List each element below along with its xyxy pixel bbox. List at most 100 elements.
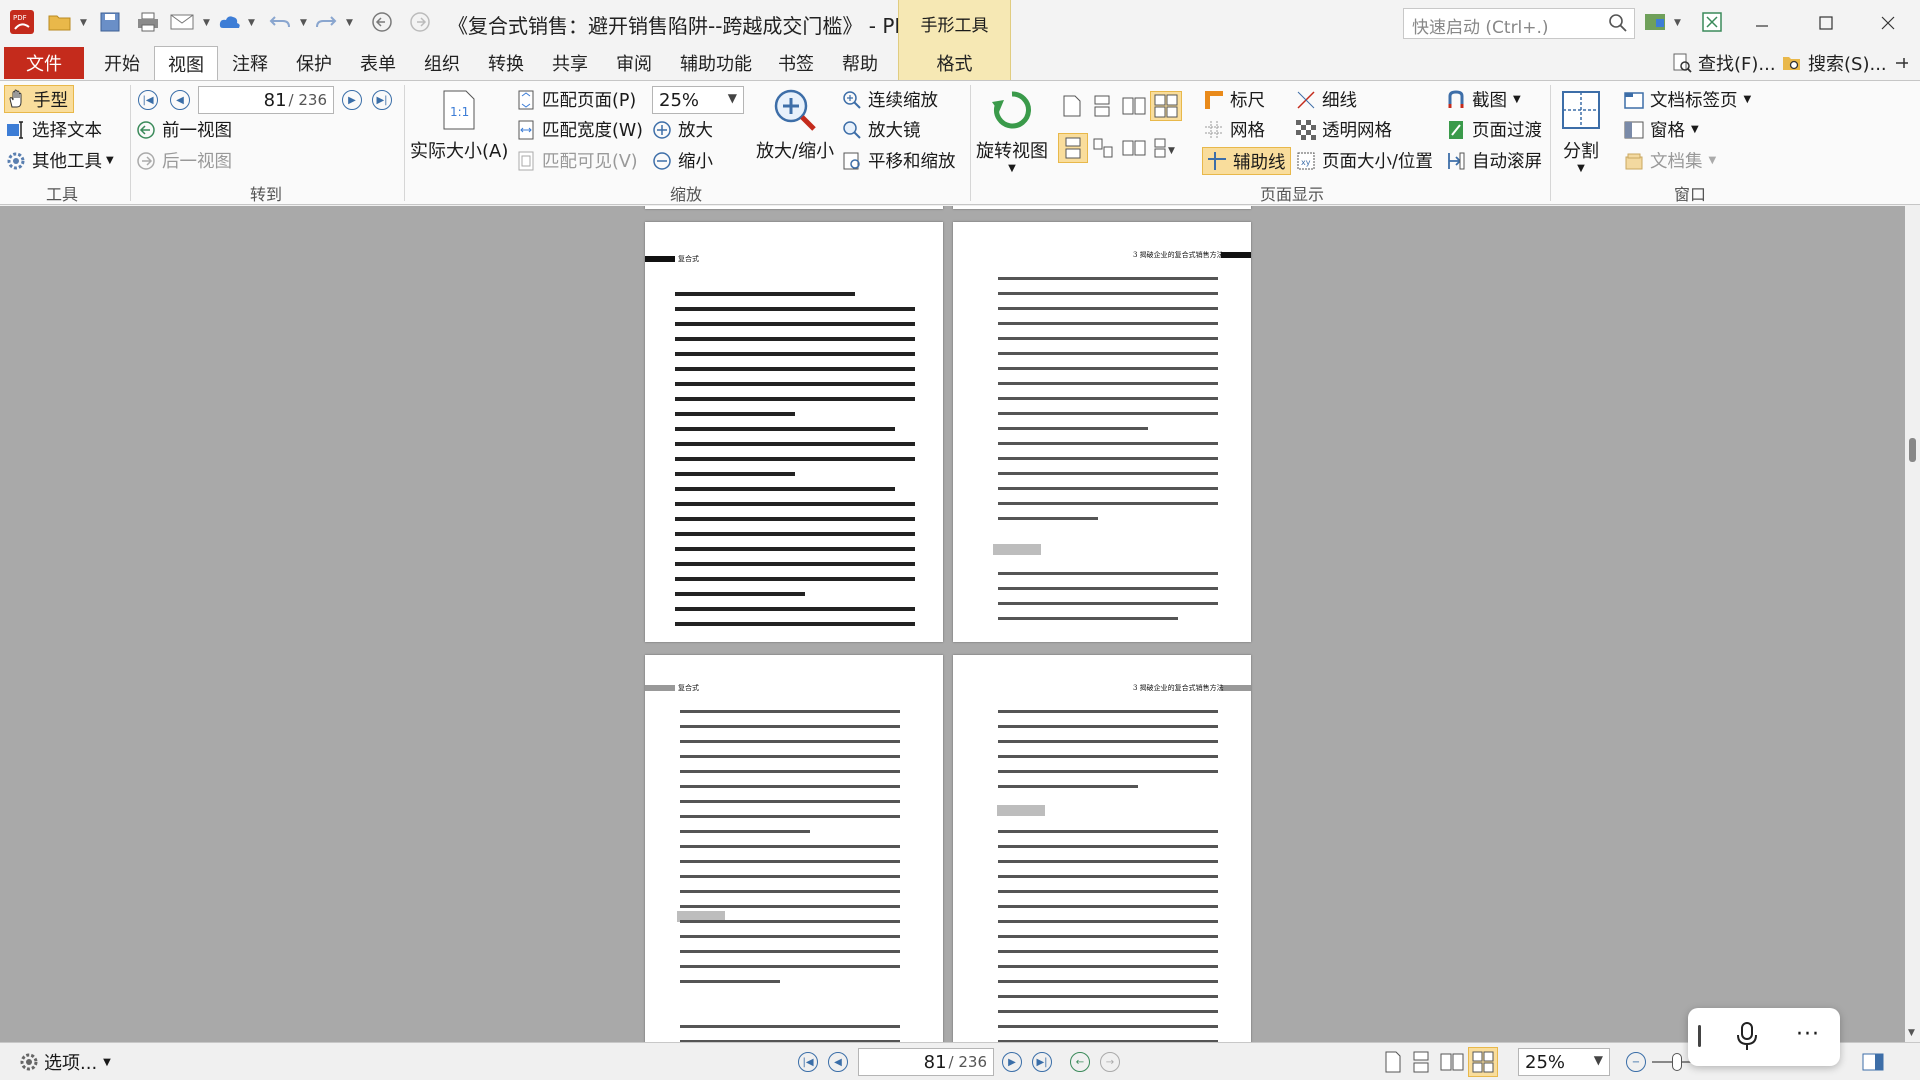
doc-tabs-button[interactable]: 文档标签页 ▼ bbox=[1624, 87, 1751, 112]
undo-icon[interactable] bbox=[266, 8, 294, 36]
chevron-down-icon[interactable]: ▼ bbox=[300, 18, 307, 28]
doc-sets-button[interactable]: 文档集 ▼ bbox=[1624, 148, 1716, 173]
continuous-page-icon[interactable] bbox=[1092, 95, 1112, 122]
continuous-page-icon[interactable] bbox=[1412, 1051, 1430, 1078]
zoom-out-button[interactable]: 缩小 bbox=[652, 148, 713, 173]
actual-size-button[interactable]: 1:1 实际大小(A) bbox=[410, 87, 508, 163]
first-page-icon[interactable]: |◀ bbox=[798, 1052, 818, 1072]
fit-page-button[interactable]: 匹配页面(P) bbox=[516, 87, 636, 112]
facing-pages-icon[interactable] bbox=[1122, 95, 1146, 122]
tab-convert[interactable]: 转换 bbox=[480, 46, 532, 80]
auto-scroll-button[interactable]: 自动滚屏 bbox=[1446, 148, 1542, 173]
first-page-icon[interactable]: |◀ bbox=[138, 90, 158, 110]
zoom-out-icon[interactable]: − bbox=[1626, 1052, 1646, 1072]
page-layout-menu-icon[interactable]: ▼ bbox=[1154, 137, 1180, 164]
split-button[interactable]: 分割 ▼ bbox=[1558, 87, 1604, 174]
tab-home[interactable]: 开始 bbox=[96, 46, 148, 80]
fit-visible-button[interactable]: 匹配可见(V) bbox=[516, 148, 638, 173]
chevron-down-icon[interactable]: ▼ bbox=[80, 18, 87, 28]
app-logo-icon[interactable]: PDF bbox=[8, 8, 36, 36]
status-zoom-select[interactable]: 25% ▼ bbox=[1518, 1048, 1610, 1076]
fullscreen-icon[interactable] bbox=[1698, 8, 1726, 36]
redo-icon[interactable] bbox=[312, 8, 340, 36]
search-button[interactable]: 搜索(S)... bbox=[1782, 49, 1887, 77]
next-view-button[interactable]: 后一视图 bbox=[136, 148, 232, 173]
panel-toggle-icon[interactable] bbox=[1862, 1051, 1884, 1078]
select-text-button[interactable]: 选择文本 bbox=[6, 117, 102, 142]
fit-width-button[interactable]: 匹配宽度(W) bbox=[516, 117, 643, 142]
back-view-icon[interactable]: ← bbox=[1070, 1052, 1090, 1072]
page-transition-button[interactable]: 页面过渡 bbox=[1446, 117, 1542, 142]
options-button[interactable]: 选项... ▼ bbox=[18, 1049, 111, 1075]
open-folder-icon[interactable] bbox=[46, 8, 74, 36]
layout-icon[interactable] bbox=[1642, 8, 1670, 36]
tab-format[interactable]: 格式 bbox=[898, 46, 1011, 80]
minimize-button[interactable] bbox=[1732, 0, 1792, 46]
page-number-input[interactable]: 81 / 236 bbox=[198, 86, 334, 114]
chevron-down-icon[interactable]: ▼ bbox=[1674, 18, 1681, 28]
tab-comment[interactable]: 注释 bbox=[224, 46, 276, 80]
tab-bookmarks[interactable]: 书签 bbox=[770, 46, 822, 80]
thin-lines-button[interactable]: 细线 bbox=[1296, 87, 1357, 112]
two-up-icon[interactable] bbox=[1122, 137, 1146, 164]
pin-ribbon-icon[interactable] bbox=[1888, 49, 1916, 77]
last-page-icon[interactable]: ▶| bbox=[1032, 1052, 1052, 1072]
guides-button[interactable]: 辅助线 bbox=[1202, 147, 1291, 175]
chevron-down-icon[interactable]: ▼ bbox=[248, 18, 255, 28]
chevron-down-icon[interactable]: ▼ bbox=[203, 18, 210, 28]
more-options-icon[interactable]: ··· bbox=[1796, 1022, 1820, 1047]
status-page-input[interactable]: 81 / 236 bbox=[858, 1048, 994, 1076]
cloud-upload-icon[interactable] bbox=[216, 8, 244, 36]
tab-review[interactable]: 审阅 bbox=[608, 46, 660, 80]
forward-view-icon[interactable]: → bbox=[1100, 1052, 1120, 1072]
vertical-scrollbar[interactable]: ▼ bbox=[1905, 206, 1920, 1042]
print-icon[interactable] bbox=[134, 8, 162, 36]
find-button[interactable]: 查找(F)... bbox=[1672, 49, 1776, 77]
page-split-icon[interactable] bbox=[1092, 137, 1114, 164]
facing-pages-icon[interactable] bbox=[1440, 1051, 1464, 1078]
close-button[interactable] bbox=[1858, 0, 1918, 46]
continuous-zoom-button[interactable]: 连续缩放 bbox=[842, 87, 938, 112]
other-tools-button[interactable]: 其他工具 ▼ bbox=[6, 148, 114, 173]
scrollbar-thumb[interactable] bbox=[1909, 438, 1916, 462]
tab-organize[interactable]: 组织 bbox=[416, 46, 468, 80]
next-page-icon[interactable]: ▶ bbox=[1002, 1052, 1022, 1072]
zoom-in-out-button[interactable]: 放大/缩小 bbox=[756, 87, 834, 163]
single-page-icon[interactable] bbox=[1384, 1051, 1402, 1078]
forward-arrow-icon[interactable] bbox=[406, 8, 434, 36]
zoom-in-button[interactable]: 放大 bbox=[652, 117, 713, 142]
prev-page-icon[interactable]: ◀ bbox=[828, 1052, 848, 1072]
continuous-facing-icon[interactable] bbox=[1150, 91, 1182, 121]
next-page-icon[interactable]: ▶ bbox=[342, 90, 362, 110]
pan-zoom-button[interactable]: 平移和缩放 bbox=[842, 148, 956, 173]
snapshot-button[interactable]: 截图 ▼ bbox=[1446, 87, 1521, 112]
zoom-slider-thumb[interactable] bbox=[1672, 1053, 1682, 1071]
ruler-button[interactable]: 标尺 bbox=[1204, 87, 1265, 112]
page-box-button[interactable]: xy 页面大小/位置 bbox=[1296, 148, 1433, 173]
tab-accessibility[interactable]: 辅助功能 bbox=[672, 46, 760, 80]
hand-tool-button[interactable]: 手型 bbox=[4, 85, 74, 113]
back-arrow-icon[interactable] bbox=[368, 8, 396, 36]
maximize-button[interactable] bbox=[1796, 0, 1856, 46]
prev-page-icon[interactable]: ◀ bbox=[170, 90, 190, 110]
microphone-icon[interactable] bbox=[1736, 1022, 1758, 1057]
single-page-icon[interactable] bbox=[1062, 95, 1082, 122]
document-viewport[interactable]: 复合式 3 揭破企业的复合式销售方法 复合式 3 揭破企业的复合式销售方法 bbox=[0, 206, 1905, 1042]
previous-view-button[interactable]: 前一视图 bbox=[136, 117, 232, 142]
magnifier-button[interactable]: 放大镜 bbox=[842, 117, 921, 142]
separate-cover-icon[interactable] bbox=[1058, 133, 1088, 163]
zoom-level-select[interactable]: 25% ▼ bbox=[652, 86, 744, 114]
chevron-down-icon[interactable]: ▼ bbox=[346, 18, 353, 28]
tab-protect[interactable]: 保护 bbox=[288, 46, 340, 80]
tab-form[interactable]: 表单 bbox=[352, 46, 404, 80]
grid-button[interactable]: 网格 bbox=[1204, 117, 1265, 142]
last-page-icon[interactable]: ▶| bbox=[372, 90, 392, 110]
quick-launch-input[interactable]: 快速启动 (Ctrl+.) bbox=[1403, 8, 1635, 39]
continuous-facing-icon[interactable] bbox=[1468, 1047, 1498, 1077]
tab-file[interactable]: 文件 bbox=[4, 47, 84, 79]
tab-help[interactable]: 帮助 bbox=[834, 46, 886, 80]
tab-view[interactable]: 视图 bbox=[154, 46, 218, 81]
panes-button[interactable]: 窗格 ▼ bbox=[1624, 117, 1699, 142]
transparent-grid-button[interactable]: 透明网格 bbox=[1296, 117, 1392, 142]
drag-handle-icon[interactable] bbox=[1698, 1025, 1701, 1047]
